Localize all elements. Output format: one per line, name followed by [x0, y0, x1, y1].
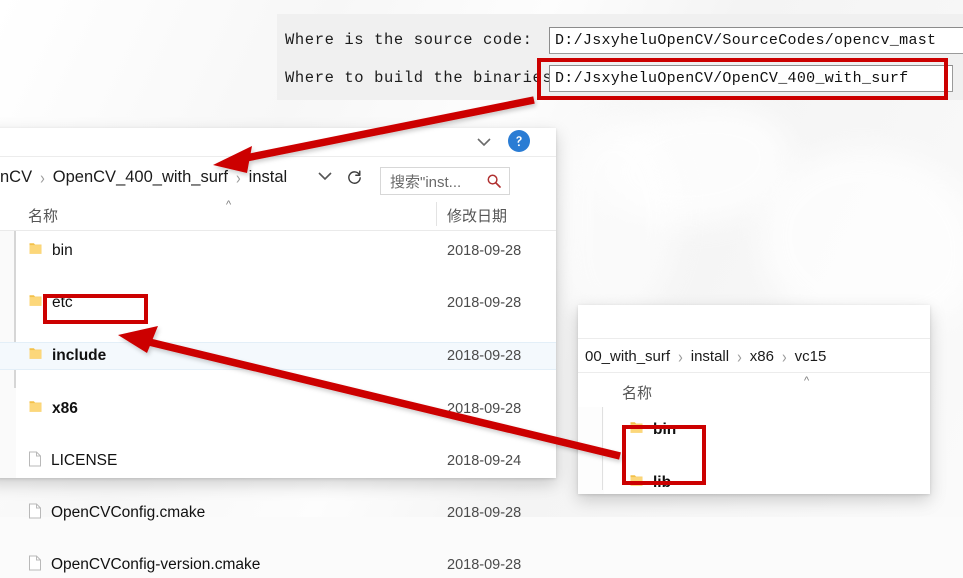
file-row-opencvconfig-cmake[interactable]: OpenCVConfig.cmake 2018-09-28: [0, 500, 556, 526]
breadcrumb-item-0[interactable]: 00_with_surf: [583, 348, 672, 365]
file-row-x86[interactable]: x86 2018-09-28: [0, 396, 556, 422]
column-header-name[interactable]: 名称: [28, 205, 58, 226]
folder-icon: [28, 293, 43, 313]
column-header-name[interactable]: 名称: [622, 382, 652, 403]
sort-ascending-icon: ^: [226, 199, 232, 211]
file-name: etc: [52, 294, 73, 311]
file-icon: [28, 451, 42, 472]
refresh-icon[interactable]: [344, 167, 364, 187]
file-row-etc[interactable]: etc 2018-09-28: [0, 290, 556, 316]
column-divider[interactable]: [436, 202, 437, 226]
cmake-source-row: Where is the source code: D:/JsxyheluOpe…: [277, 24, 963, 58]
cmake-source-label: Where is the source code:: [285, 31, 533, 49]
column-header-date[interactable]: 修改日期: [447, 205, 507, 226]
file-list: bin 2018-09-28 etc 2018-09-28 include 20…: [0, 238, 556, 573]
file-icon: [28, 555, 42, 576]
explorer-window-install: nCV › OpenCV_400_with_surf › install 搜索"…: [0, 128, 556, 573]
file-row-bin[interactable]: bin: [578, 417, 930, 443]
explorer-window-vc15: 00_with_surf › install › x86 › vc15 ^ 名称…: [578, 305, 930, 494]
file-list: bin lib: [578, 417, 930, 491]
file-date: 2018-09-28: [447, 401, 522, 417]
breadcrumb[interactable]: 00_with_surf › install › x86 › vc15: [583, 345, 828, 367]
breadcrumb-item-2[interactable]: x86: [748, 348, 776, 365]
search-input[interactable]: 搜索"inst...: [380, 167, 510, 195]
breadcrumb-item-1[interactable]: OpenCV_400_with_surf: [51, 168, 230, 187]
breadcrumb-separator: ›: [40, 167, 45, 187]
breadcrumb-item-3[interactable]: vc15: [793, 348, 829, 365]
folder-icon: [629, 420, 644, 440]
file-date: 2018-09-28: [447, 505, 522, 521]
explorer-titlebar: [578, 305, 930, 339]
breadcrumb[interactable]: nCV › OpenCV_400_with_surf › install: [0, 165, 288, 189]
cmake-build-row: Where to build the binaries: D:/Jsxyhelu…: [277, 62, 963, 96]
cmake-dialog-panel: Where is the source code: D:/JsxyheluOpe…: [277, 14, 963, 100]
breadcrumb-item-0[interactable]: nCV: [0, 168, 34, 187]
folder-icon: [629, 473, 644, 493]
cmake-build-path-value: D:/JsxyheluOpenCV/OpenCV_400_with_surf: [555, 70, 909, 87]
search-placeholder: 搜索"inst...: [390, 173, 462, 191]
cmake-source-path-input[interactable]: D:/JsxyheluOpenCV/SourceCodes/opencv_mas…: [549, 27, 963, 54]
file-icon: [28, 503, 42, 524]
help-icon[interactable]: [508, 130, 530, 152]
file-date: 2018-09-28: [447, 243, 522, 259]
file-name: include: [52, 347, 107, 364]
file-name: bin: [52, 242, 73, 259]
breadcrumb-item-2[interactable]: install: [247, 168, 288, 187]
file-row-lib[interactable]: lib: [578, 470, 930, 496]
explorer-address-bar: 00_with_surf › install › x86 › vc15: [578, 339, 930, 373]
explorer-address-bar: nCV › OpenCV_400_with_surf › install 搜索"…: [0, 157, 556, 195]
file-row-opencvconfig-version-cmake[interactable]: OpenCVConfig-version.cmake 2018-09-28: [0, 552, 556, 578]
breadcrumb-item-1[interactable]: install: [689, 348, 731, 365]
file-name: lib: [653, 474, 672, 491]
sort-ascending-icon: ^: [804, 375, 810, 387]
file-row-license[interactable]: LICENSE 2018-09-24: [0, 448, 556, 474]
file-date: 2018-09-24: [447, 453, 522, 469]
address-history-chevron-down-icon[interactable]: [316, 169, 334, 183]
file-date: 2018-09-28: [447, 295, 522, 311]
cmake-source-path-value: D:/JsxyheluOpenCV/SourceCodes/opencv_mas…: [555, 32, 937, 49]
file-name: OpenCVConfig-version.cmake: [51, 556, 261, 573]
file-name: OpenCVConfig.cmake: [51, 504, 206, 521]
file-row-include[interactable]: include 2018-09-28: [0, 342, 556, 370]
folder-icon: [28, 241, 43, 261]
explorer-titlebar: [0, 128, 556, 157]
file-row-bin[interactable]: bin 2018-09-28: [0, 238, 556, 264]
folder-icon: [28, 346, 43, 366]
breadcrumb-separator: ›: [737, 346, 742, 366]
file-list-header: 名称 修改日期 ^: [0, 196, 556, 231]
file-name: bin: [653, 421, 677, 438]
file-name: x86: [52, 400, 78, 417]
file-date: 2018-09-28: [447, 348, 522, 364]
breadcrumb-separator: ›: [781, 346, 787, 366]
breadcrumb-separator: ›: [235, 167, 241, 187]
folder-icon: [28, 399, 43, 419]
search-icon: [487, 174, 501, 188]
ribbon-expand-chevron-icon[interactable]: [474, 132, 494, 152]
breadcrumb-separator: ›: [678, 346, 683, 366]
cmake-build-path-input[interactable]: D:/JsxyheluOpenCV/OpenCV_400_with_surf: [549, 65, 953, 92]
file-name: LICENSE: [51, 452, 118, 469]
file-date: 2018-09-28: [447, 557, 522, 573]
file-list-header: 名称 ^: [578, 373, 930, 407]
cmake-build-label: Where to build the binaries:: [285, 69, 563, 87]
